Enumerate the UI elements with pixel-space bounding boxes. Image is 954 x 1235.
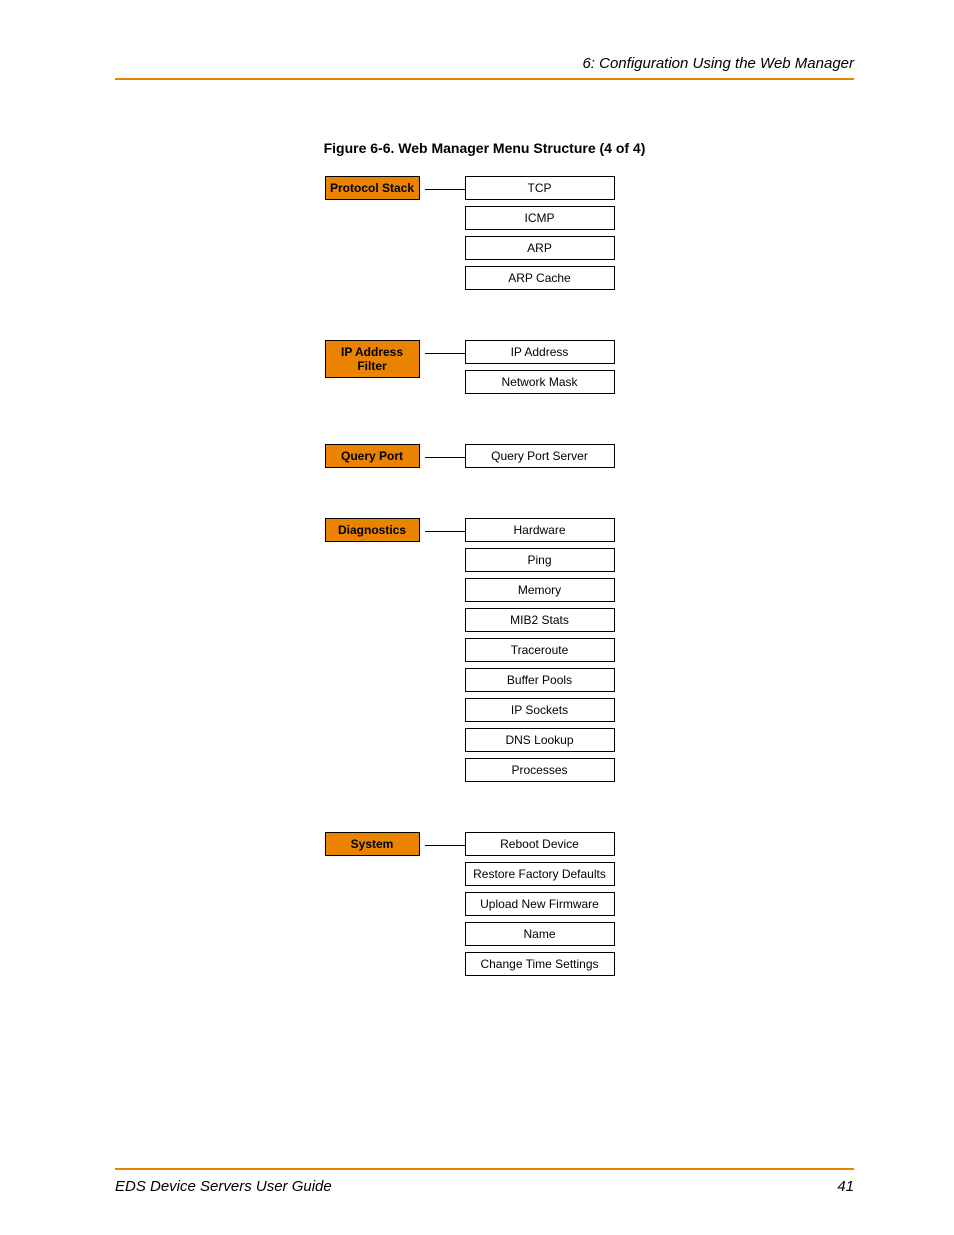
connector-line: [425, 353, 465, 354]
child-node: Upload New Firmware: [465, 892, 615, 916]
child-node: DNS Lookup: [465, 728, 615, 752]
child-node: ARP: [465, 236, 615, 260]
child-node: Hardware: [465, 518, 615, 542]
child-node: Processes: [465, 758, 615, 782]
page-footer: EDS Device Servers User Guide 41: [115, 1168, 854, 1195]
parent-node: Query Port: [325, 444, 420, 468]
child-node: Restore Factory Defaults: [465, 862, 615, 886]
child-node: Query Port Server: [465, 444, 615, 468]
menu-group: Protocol Stack TCP ICMP ARP ARP Cache: [320, 176, 650, 290]
child-node: Ping: [465, 548, 615, 572]
menu-structure-diagram: Protocol Stack TCP ICMP ARP ARP Cache IP…: [115, 176, 854, 1168]
child-node: Name: [465, 922, 615, 946]
figure-caption: Figure 6-6. Web Manager Menu Structure (…: [115, 140, 854, 156]
child-node: Change Time Settings: [465, 952, 615, 976]
child-node: TCP: [465, 176, 615, 200]
menu-group: IP Address Filter IP Address Network Mas…: [320, 340, 650, 394]
parent-node: Diagnostics: [325, 518, 420, 542]
child-node: IP Address: [465, 340, 615, 364]
parent-node: System: [325, 832, 420, 856]
child-node: Network Mask: [465, 370, 615, 394]
connector-line: [425, 531, 465, 532]
child-node: Traceroute: [465, 638, 615, 662]
footer-guide-title: EDS Device Servers User Guide: [115, 1178, 332, 1195]
document-page: 6: Configuration Using the Web Manager F…: [0, 0, 954, 1235]
connector-line: [425, 457, 465, 458]
menu-group: Diagnostics Hardware Ping Memory MIB2 St…: [320, 518, 650, 782]
child-node: Memory: [465, 578, 615, 602]
parent-node: IP Address Filter: [325, 340, 420, 378]
connector-line: [425, 845, 465, 846]
menu-group: System Reboot Device Restore Factory Def…: [320, 832, 650, 976]
parent-node: Protocol Stack: [325, 176, 420, 200]
child-node: ARP Cache: [465, 266, 615, 290]
menu-group: Query Port Query Port Server: [320, 444, 650, 468]
page-number: 41: [837, 1178, 854, 1195]
child-node: Buffer Pools: [465, 668, 615, 692]
child-node: Reboot Device: [465, 832, 615, 856]
connector-line: [425, 189, 465, 190]
child-node: IP Sockets: [465, 698, 615, 722]
child-node: MIB2 Stats: [465, 608, 615, 632]
chapter-header: 6: Configuration Using the Web Manager: [115, 55, 854, 80]
child-node: ICMP: [465, 206, 615, 230]
